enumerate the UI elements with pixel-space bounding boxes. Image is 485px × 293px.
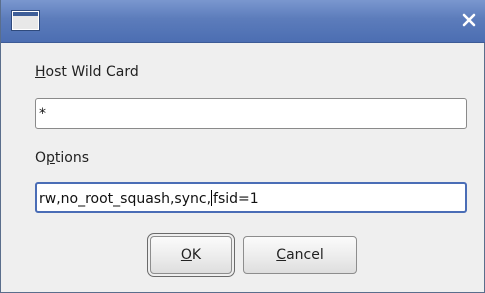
host-wildcard-mnemonic: H [35,64,46,80]
options-label: Options [35,150,89,166]
close-icon [462,13,476,27]
host-wildcard-label: Host Wild Card [35,64,139,80]
window-icon[interactable] [12,11,39,30]
cancel-label-text: ancel [286,247,324,263]
options-value-after-caret: fsid=1 [213,191,259,207]
options-input[interactable]: rw,no_root_squash,sync, fsid=1 [35,182,467,213]
dialog-window: Host Wild Card * Options rw,no_root_squa… [0,0,485,293]
cancel-button[interactable]: Cancel [243,236,357,274]
host-wildcard-value: * [39,106,46,122]
title-bar[interactable] [1,0,485,43]
options-label-text: tions [54,150,90,166]
ok-button[interactable]: OK [147,233,235,277]
options-label-pre: O [35,150,47,166]
text-caret [211,190,213,206]
cancel-mnemonic: C [276,247,287,263]
host-wildcard-label-text: ost Wild Card [45,64,139,80]
options-mnemonic: p [46,150,55,166]
close-button[interactable] [457,8,481,32]
host-wildcard-input[interactable]: * [35,98,467,129]
options-value-before-caret: rw,no_root_squash,sync, [39,191,212,207]
ok-label-text: K [191,247,202,263]
ok-mnemonic: O [180,247,192,263]
